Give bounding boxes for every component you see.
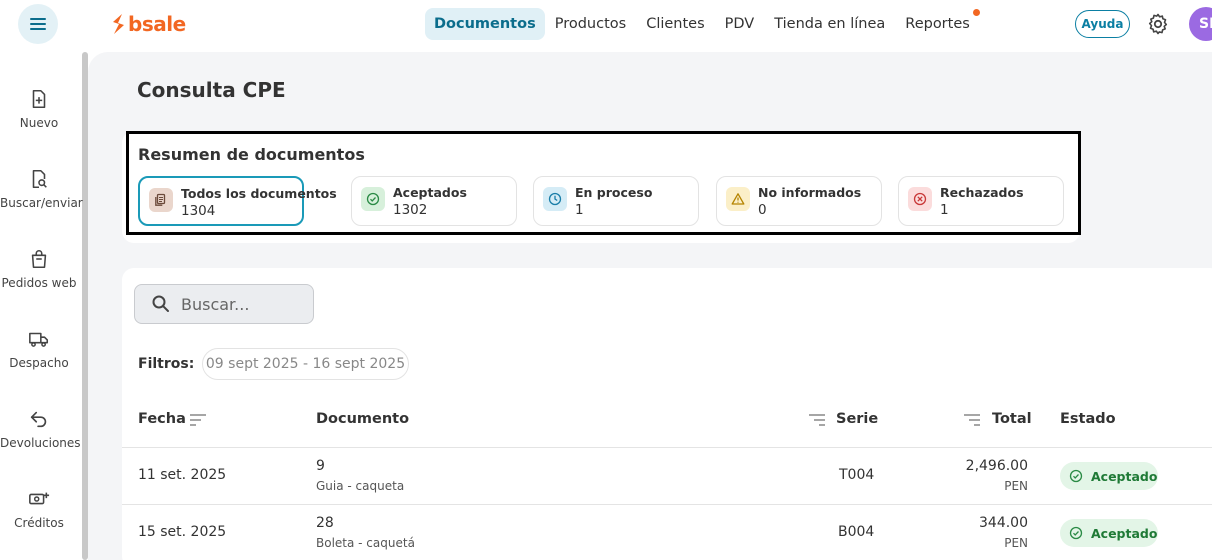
status-badge: Aceptado	[1060, 519, 1158, 547]
sidebar-item-label: Nuevo	[19, 116, 59, 130]
summary-title: Resumen de documentos	[138, 145, 365, 164]
sidebar-item-buscar-enviar[interactable]: Buscar/enviar	[0, 168, 83, 210]
return-arrow-icon	[30, 411, 47, 428]
cell-serie: B004	[838, 524, 875, 540]
menu-icon	[30, 18, 46, 30]
nav-item-documentos[interactable]: Documentos	[425, 8, 545, 40]
status-count: 0	[758, 202, 767, 218]
sort-icon[interactable]	[189, 413, 207, 427]
file-plus-icon	[32, 89, 46, 109]
gear-icon[interactable]	[1146, 12, 1170, 36]
sort-icon[interactable]	[808, 413, 826, 427]
truck-icon	[29, 332, 49, 347]
user-avatar[interactable]: SI	[1189, 7, 1212, 41]
status-badge: Aceptado	[1060, 462, 1158, 490]
cell-total: 344.00	[979, 515, 1028, 531]
status-badge-label: Aceptado	[1091, 468, 1158, 484]
top-bar: bsale Documentos Productos Clientes PDV …	[0, 0, 1212, 52]
date-range-filter-chip[interactable]: 09 sept 2025 - 16 sept 2025	[202, 348, 409, 380]
status-card-aceptados[interactable]: Aceptados 1302	[351, 176, 517, 226]
filters-label: Filtros:	[138, 356, 195, 372]
status-count: 1304	[181, 203, 216, 219]
cell-doc-number: 9	[316, 458, 325, 474]
sidebar-item-label: Pedidos web	[1, 276, 77, 290]
cell-total: 2,496.00	[965, 458, 1028, 474]
status-label: En proceso	[575, 185, 653, 200]
notification-dot	[972, 9, 980, 16]
check-circle-icon	[1069, 469, 1083, 483]
cell-doc-description: Boleta - caquetá	[316, 536, 415, 550]
brand-name: bsale	[128, 12, 186, 36]
nav-item-productos[interactable]: Productos	[545, 8, 636, 40]
cell-serie: T004	[839, 467, 875, 483]
sidebar-item-nuevo[interactable]: Nuevo	[0, 88, 78, 130]
nav-item-clientes[interactable]: Clientes	[636, 8, 714, 40]
shopping-bag-icon	[31, 250, 47, 269]
status-count: 1302	[393, 202, 428, 218]
status-card-rechazados[interactable]: Rechazados 1	[898, 176, 1064, 226]
sidebar-item-devoluciones[interactable]: Devoluciones	[0, 408, 81, 450]
cell-fecha: 15 set. 2025	[138, 524, 227, 540]
cell-doc-number: 28	[316, 515, 334, 531]
help-button[interactable]: Ayuda	[1075, 10, 1130, 38]
cash-plus-icon	[29, 492, 50, 505]
sidebar-item-label: Devoluciones	[0, 436, 81, 450]
status-count: 1	[575, 202, 584, 218]
sidebar-item-label: Despacho	[9, 356, 69, 370]
column-header-serie[interactable]: Serie	[836, 411, 878, 427]
main-nav: Documentos Productos Clientes PDV Tienda…	[425, 8, 980, 40]
check-circle-icon	[361, 187, 385, 211]
bsale-logo[interactable]: bsale	[110, 10, 186, 38]
status-card-en-proceso[interactable]: En proceso 1	[533, 176, 699, 226]
status-badge-label: Aceptado	[1091, 525, 1158, 541]
cell-doc-description: Guia - caqueta	[316, 479, 405, 493]
x-circle-icon	[908, 187, 932, 211]
cell-currency: PEN	[1004, 479, 1028, 493]
table-divider	[122, 447, 1212, 448]
file-search-icon	[32, 169, 47, 189]
nav-item-reportes[interactable]: Reportes	[895, 8, 980, 40]
check-circle-icon	[1069, 526, 1083, 540]
status-label: Todos los documentos	[181, 186, 337, 201]
column-header-documento[interactable]: Documento	[316, 411, 409, 427]
search-icon	[152, 295, 169, 312]
status-card-todos[interactable]: Todos los documentos 1304	[138, 176, 337, 226]
status-label: Rechazados	[940, 185, 1024, 200]
column-header-estado: Estado	[1060, 411, 1116, 427]
sidebar-item-label: Créditos	[14, 516, 64, 530]
sort-icon[interactable]	[963, 413, 981, 427]
status-card-no-informados[interactable]: No informados 0	[716, 176, 882, 226]
search-input[interactable]: Buscar...	[134, 284, 314, 324]
search-placeholder: Buscar...	[181, 294, 250, 314]
sidebar-item-creditos[interactable]: Créditos	[0, 488, 78, 530]
sidebar-item-despacho[interactable]: Despacho	[0, 328, 78, 370]
cell-fecha: 11 set. 2025	[138, 467, 227, 483]
sidebar-item-label: Buscar/enviar	[0, 196, 83, 210]
clock-icon	[543, 187, 567, 211]
sidebar-item-pedidos-web[interactable]: Pedidos web	[0, 248, 78, 290]
status-label: Aceptados	[393, 185, 467, 200]
nav-item-reportes-label: Reportes	[905, 16, 970, 32]
cell-currency: PEN	[1004, 536, 1028, 550]
status-count: 1	[940, 202, 949, 218]
hamburger-menu-button[interactable]	[18, 4, 58, 44]
status-label: No informados	[758, 185, 862, 200]
nav-item-tienda-en-linea[interactable]: Tienda en línea	[764, 8, 895, 40]
table-divider	[122, 504, 1212, 505]
page-title: Consulta CPE	[137, 78, 286, 102]
column-header-fecha[interactable]: Fecha	[138, 411, 186, 427]
warning-icon	[726, 187, 750, 211]
nav-item-pdv[interactable]: PDV	[715, 8, 765, 40]
documents-icon	[149, 188, 173, 212]
bsale-logo-icon	[113, 14, 124, 34]
column-header-total[interactable]: Total	[992, 411, 1032, 427]
